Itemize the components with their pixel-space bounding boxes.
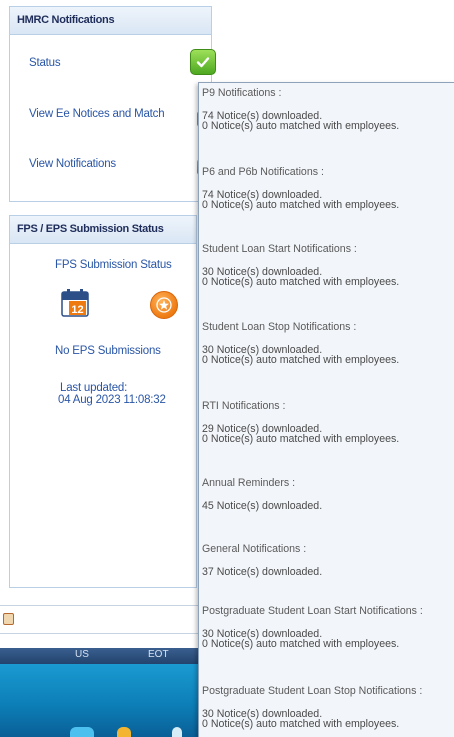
star-icon — [156, 297, 172, 313]
tooltip-section-line: 0 Notice(s) auto matched with employees. — [202, 276, 400, 288]
tooltip-section-line: 0 Notice(s) auto matched with employees. — [202, 718, 400, 730]
taskbar-app-icon[interactable] — [117, 727, 131, 737]
fps-eps-panel: FPS / EPS Submission Status FPS Submissi… — [9, 215, 197, 588]
view-notifications-link[interactable]: View Notifications — [29, 158, 116, 170]
tooltip-section-line: 45 Notice(s) downloaded. — [202, 500, 323, 512]
last-updated-label: Last updated: — [60, 382, 128, 394]
taskbar-app-icon[interactable] — [70, 727, 94, 737]
taskbar-app-icon[interactable] — [172, 727, 182, 737]
bottom-toolbar — [0, 605, 200, 634]
tooltip-section-line: 0 Notice(s) auto matched with employees. — [202, 199, 400, 211]
calendar-number: 12 — [71, 304, 83, 316]
status-link[interactable]: Status — [29, 57, 61, 69]
status-check-button[interactable] — [190, 49, 216, 75]
taskbar — [0, 664, 200, 737]
fps-submission-status-link[interactable]: FPS Submission Status — [55, 259, 172, 271]
tooltip-section-line: 0 Notice(s) auto matched with employees. — [202, 354, 400, 366]
tooltip-section-title: RTI Notifications : — [202, 400, 286, 412]
tooltip-section-title: Annual Reminders : — [202, 477, 296, 489]
tooltip-section-line: 37 Notice(s) downloaded. — [202, 566, 323, 578]
tooltip-section-title: Student Loan Start Notifications : — [202, 243, 357, 255]
status-bar: US EOT — [0, 648, 200, 664]
check-icon — [196, 57, 210, 68]
calendar-icon[interactable]: 12 — [61, 288, 90, 317]
tooltip-section-line: 0 Notice(s) auto matched with employees. — [202, 433, 400, 445]
tooltip-section-title: Postgraduate Student Loan Start Notifica… — [202, 605, 423, 617]
status-bar-right-text: EOT — [148, 649, 169, 660]
hmrc-panel-title: HMRC Notifications — [10, 7, 211, 35]
tooltip-section-line: 0 Notice(s) auto matched with employees. — [202, 120, 400, 132]
fps-panel-title: FPS / EPS Submission Status — [10, 216, 196, 244]
no-eps-submissions-text: No EPS Submissions — [55, 345, 161, 357]
tooltip-section-title: General Notifications : — [202, 543, 307, 555]
view-ee-notices-link[interactable]: View Ee Notices and Match — [29, 108, 165, 120]
status-bar-left-text: US — [75, 649, 89, 660]
hmrc-notifications-panel: HMRC Notifications Status View Ee Notice… — [9, 6, 216, 202]
tooltip-section-title: P9 Notifications : — [202, 87, 282, 99]
eps-star-icon[interactable] — [150, 291, 178, 319]
tooltip-section-title: Student Loan Stop Notifications : — [202, 321, 357, 333]
last-updated-value: 04 Aug 2023 11:08:32 — [58, 394, 166, 406]
notifications-tooltip: P9 Notifications :74 Notice(s) downloade… — [198, 82, 454, 737]
tooltip-section-title: P6 and P6b Notifications : — [202, 166, 324, 178]
tooltip-section-title: Postgraduate Student Loan Stop Notificat… — [202, 685, 423, 697]
document-icon[interactable] — [3, 613, 14, 625]
tooltip-section-line: 0 Notice(s) auto matched with employees. — [202, 638, 400, 650]
